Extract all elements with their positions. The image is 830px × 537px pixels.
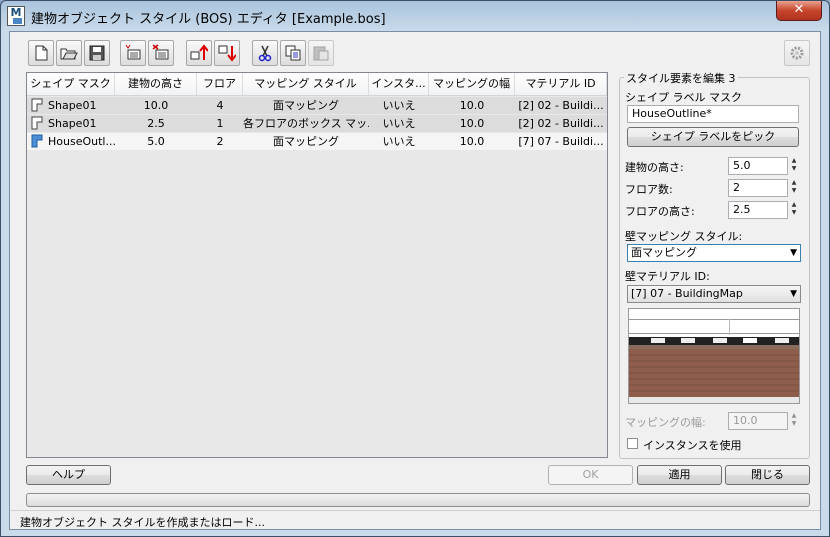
cell-material: [2] 02 - Buildi...: [518, 99, 604, 112]
col-material-id[interactable]: マテリアル ID: [515, 73, 607, 95]
shape-icon: [31, 116, 43, 130]
save-button[interactable]: [84, 40, 110, 66]
move-up-button[interactable]: [186, 40, 212, 66]
col-mapping-width[interactable]: マッピングの幅: [429, 73, 515, 95]
wall-material-id-label: 壁マテリアル ID:: [625, 270, 710, 283]
wall-mapping-style-label: 壁マッピング スタイル:: [625, 230, 743, 243]
mapping-width-label: マッピングの幅:: [625, 416, 706, 429]
table-header: シェイプ マスク 建物の高さ フロア マッピング スタイル インスタ... マッ…: [27, 73, 607, 96]
cell-floors: 1: [216, 117, 224, 130]
settings-icon: [790, 46, 804, 60]
chevron-down-icon: ▼: [790, 289, 797, 299]
cell-height: 5.0: [147, 135, 165, 148]
help-button[interactable]: ヘルプ: [26, 465, 111, 485]
status-text: 建物オブジェクト スタイルを作成またはロード...: [20, 516, 265, 529]
cell-floors: 4: [216, 99, 224, 112]
add-style-button[interactable]: [120, 40, 146, 66]
col-shape-mask[interactable]: シェイプ マスク: [27, 73, 115, 95]
cell-map-width: 10.0: [459, 135, 485, 148]
use-instance-label: インスタンスを使用: [643, 439, 742, 452]
close-button[interactable]: 閉じる: [725, 465, 810, 485]
cell-shape-mask: Shape01: [48, 99, 97, 112]
cell-instance: いいえ: [382, 117, 416, 130]
status-bar: 建物オブジェクト スタイルを作成またはロード...: [10, 510, 820, 531]
floor-height-spinner[interactable]: ▲ ▼: [789, 201, 799, 219]
cell-instance: いいえ: [382, 135, 416, 148]
wall-mapping-style-dropdown[interactable]: 面マッピング ▼: [627, 244, 801, 262]
table-row[interactable]: Shape01 10.0 4 面マッピング いいえ 10.0 [2] 02 - …: [27, 97, 607, 114]
height-input[interactable]: 5.0: [728, 157, 788, 175]
group-title: スタイル要素を編集 3: [624, 70, 738, 86]
cell-map-width: 10.0: [459, 99, 485, 112]
shape-icon: [31, 98, 43, 112]
bos-editor-window: M 建物オブジェクト スタイル (BOS) エディタ [Example.bos]…: [0, 0, 830, 537]
cell-shape-mask: Shape01: [48, 117, 97, 130]
new-icon: [35, 45, 48, 61]
wall-mapping-value: 面マッピング: [631, 246, 697, 259]
cell-instance: いいえ: [382, 99, 416, 112]
mapping-width-spinner[interactable]: ▲ ▼: [789, 412, 799, 430]
ok-button[interactable]: OK: [548, 465, 633, 485]
copy-button[interactable]: [280, 40, 306, 66]
apply-button[interactable]: 適用: [637, 465, 722, 485]
cut-icon: [258, 45, 272, 62]
wall-material-id-dropdown[interactable]: [7] 07 - BuildingMap ▼: [627, 285, 801, 303]
max-app-icon: M: [7, 6, 25, 26]
save-icon: [89, 45, 105, 61]
shape-icon-selected: [31, 134, 43, 148]
shape-label-mask-input[interactable]: HouseOutline*: [627, 105, 799, 123]
style-table[interactable]: シェイプ マスク 建物の高さ フロア マッピング スタイル インスタ... マッ…: [26, 72, 608, 458]
add-style-icon: [125, 44, 141, 60]
floor-height-input[interactable]: 2.5: [728, 201, 788, 219]
wall-material-value: [7] 07 - BuildingMap: [631, 287, 743, 300]
cell-shape-mask: HouseOutl...: [48, 135, 116, 148]
open-icon: [60, 48, 78, 60]
copy-icon: [285, 45, 301, 61]
cell-floors: 2: [216, 135, 224, 148]
delete-style-icon: [152, 44, 169, 60]
cell-mapping: 各フロアのボックス マッ...: [243, 117, 369, 130]
use-instance-checkbox[interactable]: [627, 438, 638, 449]
table-row-selected[interactable]: HouseOutl... 5.0 2 面マッピング いいえ 10.0 [7] 0…: [27, 133, 607, 150]
height-spinner[interactable]: ▲ ▼: [789, 157, 799, 175]
cell-mapping: 面マッピング: [273, 135, 339, 148]
height-label: 建物の高さ:: [625, 161, 684, 174]
paste-button[interactable]: [308, 40, 334, 66]
col-instance[interactable]: インスタ...: [369, 73, 429, 95]
cell-mapping: 面マッピング: [273, 99, 339, 112]
material-preview: [628, 308, 800, 404]
floors-spinner[interactable]: ▲ ▼: [789, 179, 799, 197]
settings-button[interactable]: [784, 40, 810, 66]
col-floors[interactable]: フロア: [197, 73, 243, 95]
floors-label: フロア数:: [625, 183, 673, 196]
delete-style-button[interactable]: [148, 40, 174, 66]
cell-height: 10.0: [143, 99, 169, 112]
cell-material: [7] 07 - Buildi...: [518, 135, 604, 148]
cell-material: [2] 02 - Buildi...: [518, 117, 604, 130]
move-up-icon: [190, 44, 208, 60]
move-down-icon: [218, 45, 236, 62]
cell-map-width: 10.0: [459, 117, 485, 130]
new-button[interactable]: [28, 40, 54, 66]
dialog-client: シェイプ マスク 建物の高さ フロア マッピング スタイル インスタ... マッ…: [9, 31, 821, 530]
building-texture-image: [629, 309, 799, 403]
table-row[interactable]: Shape01 2.5 1 各フロアのボックス マッ... いいえ 10.0 […: [27, 115, 607, 132]
paste-icon: [313, 46, 329, 61]
open-button[interactable]: [56, 40, 82, 66]
pick-shape-label-button[interactable]: シェイプ ラベルをピック: [627, 127, 799, 147]
col-building-height[interactable]: 建物の高さ: [115, 73, 197, 95]
move-down-button[interactable]: [214, 40, 240, 66]
cell-height: 2.5: [147, 117, 165, 130]
mapping-width-input[interactable]: 10.0: [728, 412, 788, 430]
floor-height-label: フロアの高さ:: [625, 205, 695, 218]
floors-input[interactable]: 2: [728, 179, 788, 197]
window-close-button[interactable]: ✕: [776, 1, 822, 21]
title-bar[interactable]: M 建物オブジェクト スタイル (BOS) エディタ [Example.bos]…: [1, 1, 829, 31]
shape-label-mask-label: シェイプ ラベル マスク: [625, 91, 742, 104]
col-mapping-style[interactable]: マッピング スタイル: [243, 73, 369, 95]
cut-button[interactable]: [252, 40, 278, 66]
progress-bar: [26, 493, 810, 507]
chevron-down-icon: ▼: [790, 248, 797, 258]
window-title: 建物オブジェクト スタイル (BOS) エディタ [Example.bos]: [31, 12, 386, 27]
